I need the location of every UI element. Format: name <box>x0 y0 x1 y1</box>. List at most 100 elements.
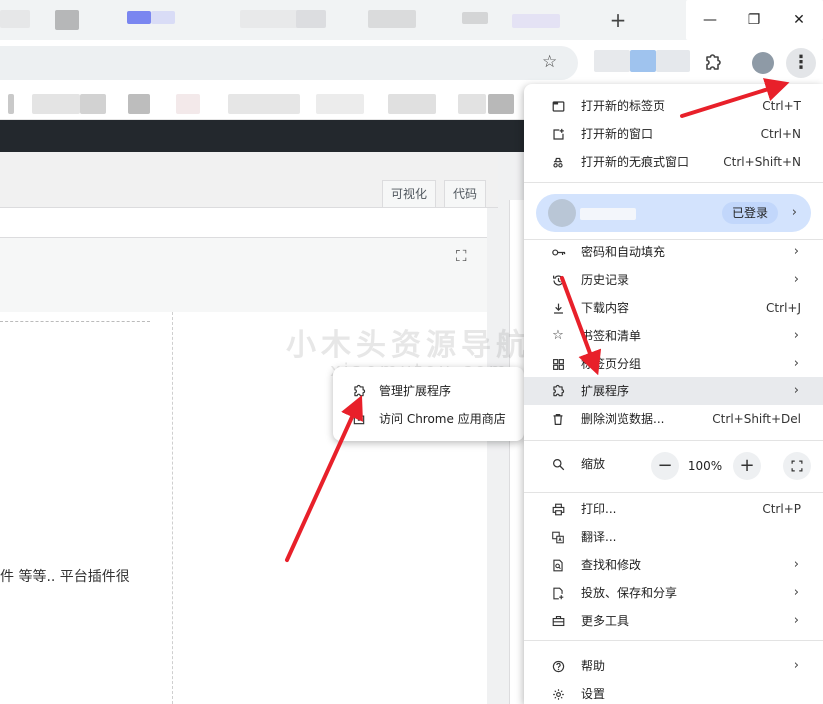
menu-item-history[interactable]: 历史记录 › <box>524 266 823 294</box>
browser-toolbar: ☆ ⋮ <box>0 40 823 86</box>
profile-avatar-icon[interactable] <box>752 52 774 74</box>
store-icon <box>351 405 367 437</box>
restore-button[interactable]: ❐ <box>734 6 774 34</box>
menu-item-zoom: 缩放 <box>524 450 644 478</box>
menu-item-label: 打印... <box>581 502 617 516</box>
fullscreen-button[interactable] <box>783 452 811 480</box>
signed-in-badge: 已登录 <box>722 202 779 224</box>
fullscreen-icon[interactable]: ⛶ <box>456 247 467 265</box>
close-window-button[interactable]: ✕ <box>779 6 819 34</box>
blurred-bookmark[interactable] <box>316 94 364 114</box>
blurred-tab[interactable] <box>512 14 560 28</box>
menu-separator <box>524 640 823 641</box>
menu-item-translate[interactable]: 翻译... <box>524 523 823 551</box>
minimize-button[interactable]: — <box>690 6 730 34</box>
chevron-right-icon: › <box>793 585 799 600</box>
new-tab-button[interactable]: + <box>606 8 630 32</box>
bookmark-star-icon[interactable]: ☆ <box>542 52 557 72</box>
chevron-right-icon: › <box>793 328 799 343</box>
menu-separator <box>524 492 823 493</box>
toolbox-icon <box>550 607 566 638</box>
menu-item-incognito[interactable]: 打开新的无痕式窗口 Ctrl+Shift+N <box>524 148 823 176</box>
chevron-right-icon: › <box>793 272 799 287</box>
blurred-extension-icon[interactable] <box>594 50 630 72</box>
menu-item-find[interactable]: 查找和修改 › <box>524 551 823 579</box>
blurred-bookmark[interactable] <box>80 94 106 114</box>
blurred-bookmark[interactable] <box>32 94 80 114</box>
menu-item-label: 下载内容 <box>581 301 630 315</box>
menu-item-label: 帮助 <box>581 659 606 673</box>
blurred-tab[interactable] <box>462 12 488 24</box>
editor-content-text: 件 等等.. 平台插件很 <box>0 569 130 585</box>
menu-item-label: 密码和自动填充 <box>581 245 666 259</box>
menu-separator <box>524 440 823 441</box>
blurred-bookmark[interactable] <box>388 94 436 114</box>
star-icon: ☆ <box>552 328 564 343</box>
menu-item-new-window[interactable]: 打开新的窗口 Ctrl+N <box>524 120 823 148</box>
profile-name-blurred <box>580 208 636 220</box>
zoom-out-button[interactable]: − <box>651 452 679 480</box>
blurred-tab[interactable] <box>0 10 30 28</box>
menu-item-settings[interactable]: 设置 <box>524 680 823 704</box>
blurred-bookmark[interactable] <box>458 94 486 114</box>
dashed-divider <box>0 321 150 322</box>
menu-item-help[interactable]: 帮助 › <box>524 652 823 680</box>
menu-item-extensions[interactable]: 扩展程序 › <box>524 377 823 405</box>
menu-item-label: 打开新的无痕式窗口 <box>581 155 690 169</box>
blurred-bookmark[interactable] <box>176 94 200 114</box>
blurred-tab[interactable] <box>127 11 151 24</box>
address-bar[interactable] <box>0 46 578 80</box>
menu-item-label: 更多工具 <box>581 614 630 628</box>
menu-item-label: 缩放 <box>581 457 606 471</box>
blurred-extension-icon[interactable] <box>630 50 656 72</box>
menu-item-shortcut: Ctrl+Shift+Del <box>712 412 801 426</box>
chevron-right-icon: › <box>793 613 799 628</box>
chevron-right-icon: › <box>793 658 799 673</box>
menu-item-passwords[interactable]: 密码和自动填充 › <box>524 238 823 266</box>
menu-item-print[interactable]: 打印... Ctrl+P <box>524 495 823 523</box>
menu-item-label: 打开新的窗口 <box>581 127 654 141</box>
blurred-tab[interactable] <box>296 10 326 28</box>
tab-visual[interactable]: 可视化 <box>382 180 437 208</box>
menu-item-cast-save-share[interactable]: 投放、保存和分享 › <box>524 579 823 607</box>
menu-item-shortcut: Ctrl+T <box>762 99 801 113</box>
trash-icon <box>550 405 566 437</box>
menu-item-label: 扩展程序 <box>581 384 630 398</box>
menu-item-downloads[interactable]: 下载内容 Ctrl+J <box>524 294 823 322</box>
chevron-right-icon: › <box>793 356 799 371</box>
zoom-icon <box>550 450 566 482</box>
extensions-puzzle-icon[interactable] <box>700 51 724 75</box>
editor-header <box>0 238 487 314</box>
menu-item-label: 设置 <box>581 687 606 701</box>
menu-item-shortcut: Ctrl+N <box>760 127 801 141</box>
chrome-main-menu: 打开新的标签页 Ctrl+T 打开新的窗口 Ctrl+N 打开新的无痕式窗口 C… <box>524 84 823 704</box>
zoom-in-button[interactable]: + <box>733 452 761 480</box>
menu-item-clear-data[interactable]: 删除浏览数据... Ctrl+Shift+Del <box>524 405 823 433</box>
menu-item-shortcut: Ctrl+Shift+N <box>723 155 801 169</box>
profile-row[interactable]: 已登录 › <box>536 194 811 232</box>
blurred-tab[interactable] <box>240 10 300 28</box>
menu-item-more-tools[interactable]: 更多工具 › <box>524 607 823 635</box>
profile-avatar <box>548 199 576 227</box>
blurred-bookmark[interactable] <box>488 94 514 114</box>
gear-icon <box>550 680 566 704</box>
menu-item-tab-groups[interactable]: 标签页分组 › <box>524 350 823 378</box>
blurred-tab[interactable] <box>55 10 79 30</box>
blurred-tab[interactable] <box>151 11 175 24</box>
dashed-divider <box>172 312 173 704</box>
blurred-bookmark[interactable] <box>8 94 14 114</box>
chrome-web-store-item[interactable]: 访问 Chrome 应用商店 <box>333 405 524 433</box>
blurred-extension-icon[interactable] <box>656 50 690 72</box>
tab-code[interactable]: 代码 <box>444 180 487 208</box>
menu-item-label: 标签页分组 <box>581 357 642 371</box>
menu-item-bookmarks[interactable]: ☆ 书签和清单 › <box>524 322 823 350</box>
menu-item-new-tab[interactable]: 打开新的标签页 Ctrl+T <box>524 92 823 120</box>
menu-item-label: 翻译... <box>581 530 617 544</box>
blurred-bookmark[interactable] <box>128 94 150 114</box>
chrome-menu-button[interactable]: ⋮ <box>786 48 816 78</box>
blurred-bookmark[interactable] <box>228 94 300 114</box>
menu-item-label: 历史记录 <box>581 273 630 287</box>
blurred-tab[interactable] <box>368 10 416 28</box>
menu-item-label: 删除浏览数据... <box>581 412 665 426</box>
manage-extensions-item[interactable]: 管理扩展程序 <box>333 377 524 405</box>
